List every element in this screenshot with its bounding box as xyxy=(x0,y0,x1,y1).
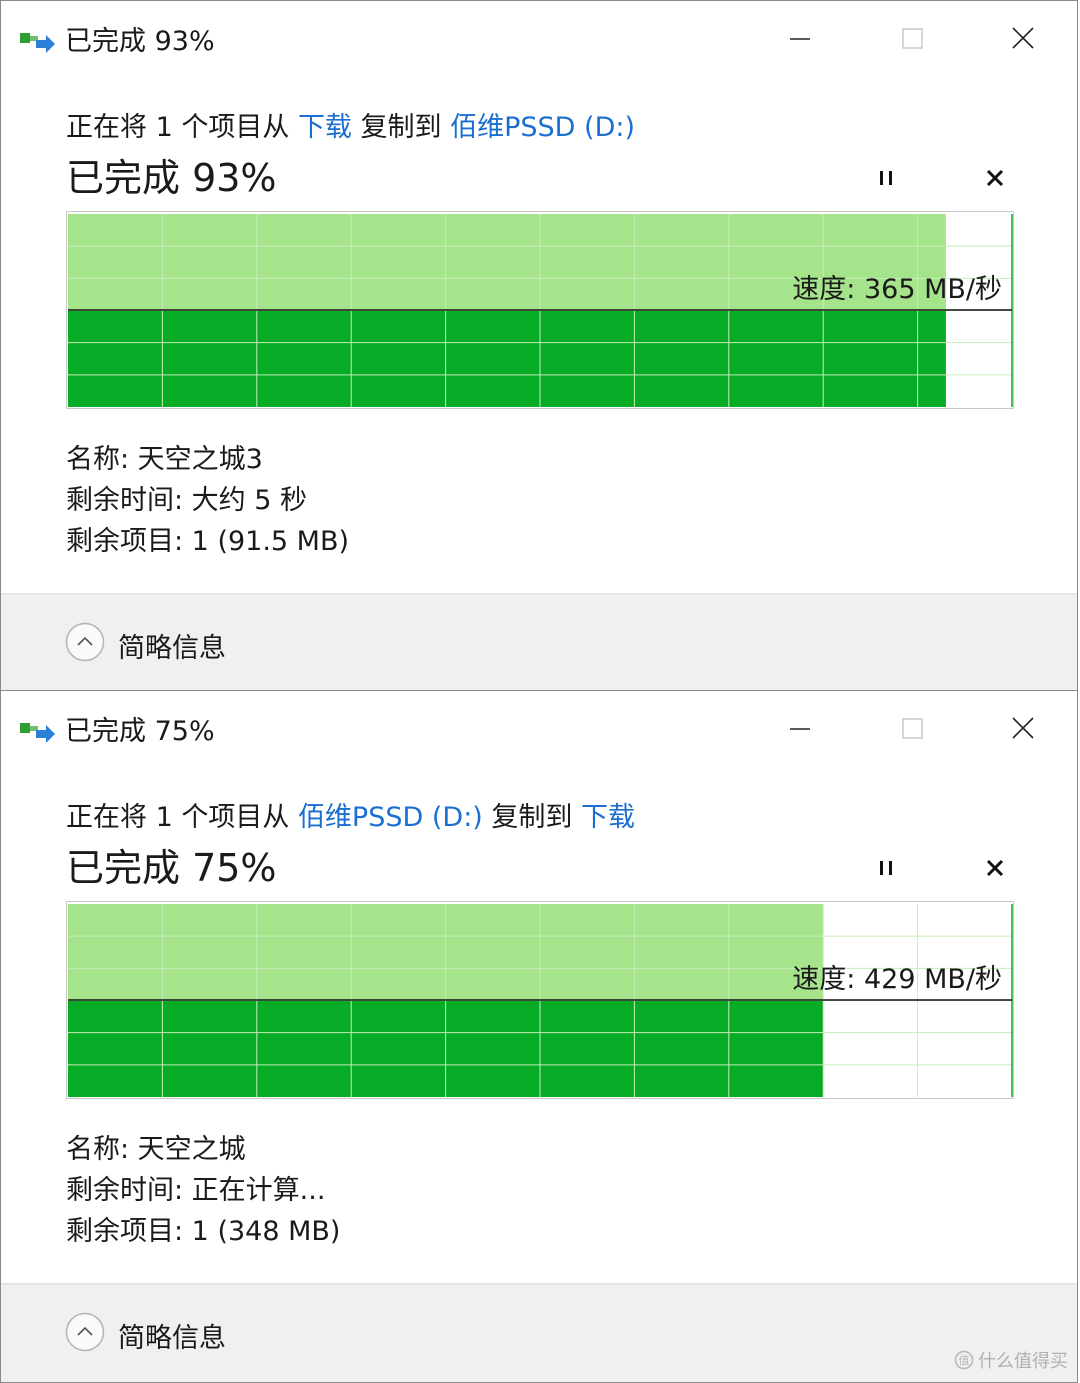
chevron-up-icon xyxy=(65,622,105,662)
dialog-footer: 简略信息 xyxy=(1,593,1077,692)
copy-dialog: 已完成 93% 正在将 1 个项目从 下载 复制到 佰维PSSD (D:) 已完… xyxy=(0,0,1078,692)
copy-transfer-icon xyxy=(20,723,55,743)
source-link[interactable]: 佰维PSSD (D:) xyxy=(298,802,483,833)
destination-link[interactable]: 佰维PSSD (D:) xyxy=(450,112,635,143)
cancel-button[interactable] xyxy=(978,853,1012,883)
progress-title: 已完成 75% xyxy=(66,846,277,890)
title-bar[interactable]: 已完成 75% xyxy=(1,691,1077,765)
speed-graph: 速度: 429 MB/秒 xyxy=(66,901,1014,1099)
collapse-details-label[interactable]: 简略信息 xyxy=(118,626,226,665)
title-bar[interactable]: 已完成 93% xyxy=(1,1,1077,75)
minimize-icon xyxy=(790,38,810,40)
speed-graph: 速度: 365 MB/秒 xyxy=(66,211,1014,409)
close-icon xyxy=(1012,27,1034,49)
dialog-footer: 简略信息 xyxy=(1,1283,1077,1382)
maximize-button[interactable] xyxy=(890,709,934,749)
file-name: 名称: 天空之城 xyxy=(66,1134,246,1165)
watermark-text: 什么值得买 xyxy=(978,1351,1068,1372)
pause-button[interactable] xyxy=(869,163,903,193)
speed-label: 速度: 429 MB/秒 xyxy=(792,964,1002,995)
chevron-up-icon xyxy=(65,1312,105,1352)
copy-dialog: 已完成 75% 正在将 1 个项目从 佰维PSSD (D:) 复制到 下载 已完… xyxy=(0,690,1078,1383)
items-remaining: 剩余项目: 1 (91.5 MB) xyxy=(66,526,350,557)
window-title: 已完成 75% xyxy=(65,716,215,747)
copy-mid: 复制到 xyxy=(482,802,581,833)
close-button[interactable] xyxy=(1001,19,1045,59)
smzdm-logo-icon: 值 xyxy=(954,1350,974,1370)
file-name: 名称: 天空之城3 xyxy=(66,444,263,475)
copy-transfer-icon xyxy=(20,33,55,53)
cancel-button[interactable] xyxy=(978,163,1012,193)
pause-button[interactable] xyxy=(869,853,903,883)
progress-title: 已完成 93% xyxy=(66,156,277,200)
copy-description: 正在将 1 个项目从 佰维PSSD (D:) 复制到 下载 xyxy=(66,795,635,834)
collapse-details-label[interactable]: 简略信息 xyxy=(118,1316,226,1355)
close-icon xyxy=(1012,717,1034,739)
source-link[interactable]: 下载 xyxy=(298,112,352,143)
close-button[interactable] xyxy=(1001,709,1045,749)
minimize-button[interactable] xyxy=(778,709,822,749)
minimize-icon xyxy=(790,728,810,730)
copy-mid: 复制到 xyxy=(351,112,451,143)
items-remaining: 剩余项目: 1 (348 MB) xyxy=(66,1216,341,1247)
svg-text:值: 值 xyxy=(959,1354,970,1367)
time-remaining: 剩余时间: 正在计算... xyxy=(66,1175,326,1206)
window-title: 已完成 93% xyxy=(65,26,215,57)
minimize-button[interactable] xyxy=(778,19,822,59)
copy-prefix: 正在将 1 个项目从 xyxy=(66,112,298,143)
cancel-icon xyxy=(986,859,1004,877)
time-remaining: 剩余时间: 大约 5 秒 xyxy=(66,485,308,516)
progress-fill xyxy=(68,310,946,407)
maximize-icon xyxy=(902,28,923,49)
speed-label: 速度: 365 MB/秒 xyxy=(792,274,1002,305)
pause-icon xyxy=(880,171,892,185)
copy-description: 正在将 1 个项目从 下载 复制到 佰维PSSD (D:) xyxy=(66,105,635,144)
collapse-details-button[interactable] xyxy=(65,1312,105,1352)
destination-link[interactable]: 下载 xyxy=(581,802,635,833)
progress-graph-canvas xyxy=(66,211,1014,409)
maximize-icon xyxy=(902,718,923,739)
collapse-details-button[interactable] xyxy=(65,622,105,662)
pause-icon xyxy=(880,861,892,875)
cancel-icon xyxy=(986,169,1004,187)
watermark: 值 什么值得买 xyxy=(954,1347,1068,1373)
progress-graph-canvas xyxy=(66,901,1014,1099)
maximize-button[interactable] xyxy=(890,19,934,59)
copy-prefix: 正在将 1 个项目从 xyxy=(66,802,298,833)
